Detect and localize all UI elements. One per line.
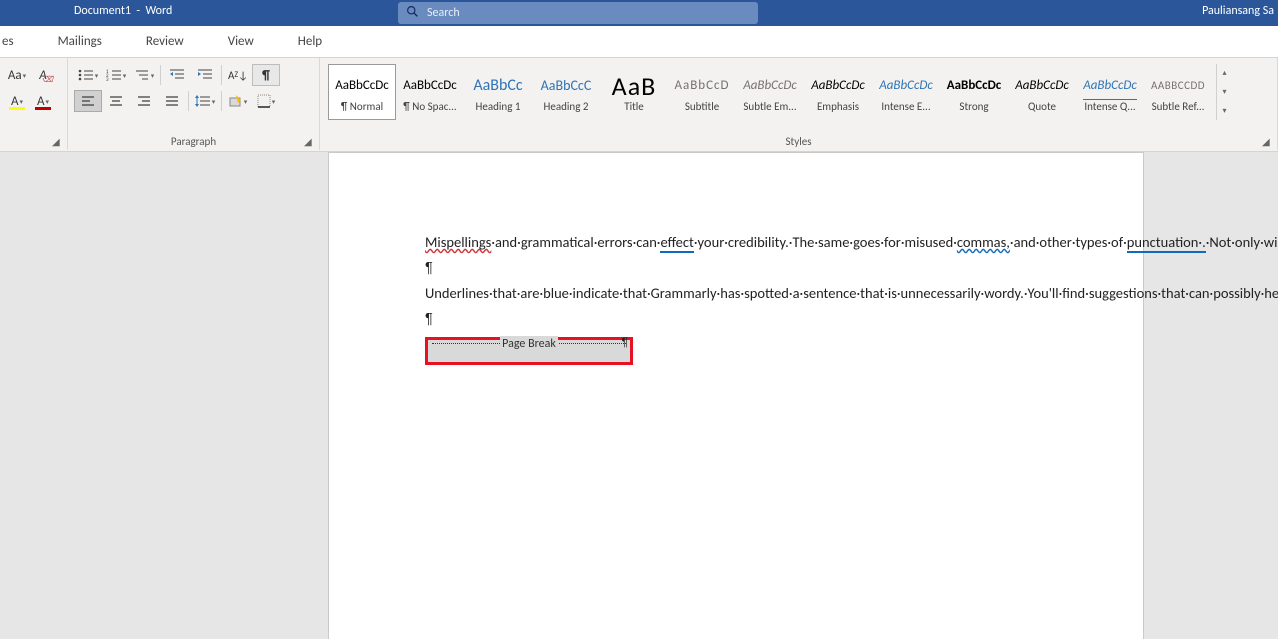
user-name[interactable]: Pauliansang Sa bbox=[1202, 4, 1274, 18]
paragraph-group: ▾ 123▾ ▾ AZ↓ ¶ ▾ ▾ ▾ Paragraph ◢ bbox=[68, 58, 320, 150]
sort-button[interactable]: AZ↓ bbox=[224, 64, 252, 86]
bullets-button[interactable]: ▾ bbox=[74, 64, 102, 86]
title-bar: Document1 - Word Search Pauliansang Sa bbox=[0, 0, 1278, 26]
search-box[interactable]: Search bbox=[398, 2, 758, 24]
paragraph-2-empty[interactable]: ¶ bbox=[425, 259, 1047, 279]
font-color-button[interactable]: A▾ bbox=[32, 90, 54, 112]
style-swatch-quote[interactable]: AaBbCcDcQuote bbox=[1008, 64, 1076, 120]
borders-button[interactable]: ▾ bbox=[252, 90, 280, 112]
font-dialog-launcher[interactable]: ◢ bbox=[52, 135, 64, 147]
style-swatch-title[interactable]: AaBTitle bbox=[600, 64, 668, 120]
justify-button[interactable] bbox=[158, 90, 186, 112]
align-center-button[interactable] bbox=[102, 90, 130, 112]
tab-references-tail[interactable]: es bbox=[0, 28, 22, 55]
style-swatch-intense-q-[interactable]: AaBbCcDcIntense Q... bbox=[1076, 64, 1144, 120]
multilevel-list-button[interactable]: ▾ bbox=[130, 64, 158, 86]
page[interactable]: Mispellings·and·grammatical·errors·can·e… bbox=[328, 152, 1144, 639]
numbering-button[interactable]: 123▾ bbox=[102, 64, 130, 86]
tab-view[interactable]: View bbox=[220, 28, 262, 55]
shading-button[interactable]: ▾ bbox=[224, 90, 252, 112]
style-swatch-subtle-ref-[interactable]: AABBCCDDSubtle Ref... bbox=[1144, 64, 1212, 120]
ribbon: Aa▾ A⌫ A▾ A▾ ◢ ▾ 123▾ ▾ AZ↓ ¶ ▾ bbox=[0, 58, 1278, 152]
styles-group-label: Styles bbox=[320, 135, 1277, 148]
tab-review[interactable]: Review bbox=[138, 28, 192, 55]
style-swatch--no-spac-[interactable]: AaBbCcDc¶ No Spac... bbox=[396, 64, 464, 120]
paragraph-group-label: Paragraph bbox=[68, 135, 319, 148]
tab-mailings[interactable]: Mailings bbox=[50, 28, 110, 55]
styles-group: AaBbCcDc¶ NormalAaBbCcDc¶ No Spac...AaBb… bbox=[320, 58, 1278, 150]
ribbon-tabs: es Mailings Review View Help bbox=[0, 26, 1278, 58]
align-right-button[interactable] bbox=[130, 90, 158, 112]
search-icon bbox=[406, 5, 419, 22]
tab-help[interactable]: Help bbox=[290, 28, 330, 55]
doc-name: Document1 bbox=[74, 4, 131, 18]
style-swatch-strong[interactable]: AaBbCcDcStrong bbox=[940, 64, 1008, 120]
change-case-button[interactable]: Aa▾ bbox=[6, 64, 28, 86]
decrease-indent-button[interactable] bbox=[163, 64, 191, 86]
show-hide-marks-button[interactable]: ¶ bbox=[252, 64, 280, 86]
align-left-button[interactable] bbox=[74, 90, 102, 112]
window-title: Document1 - Word bbox=[74, 4, 172, 18]
increase-indent-button[interactable] bbox=[191, 64, 219, 86]
styles-gallery-more[interactable]: ▴▾▾ bbox=[1216, 64, 1232, 120]
styles-gallery: AaBbCcDc¶ NormalAaBbCcDc¶ No Spac...AaBb… bbox=[328, 64, 1271, 122]
paragraph-4-empty[interactable]: ¶ bbox=[425, 310, 1047, 330]
page-break-pilcrow: ¶ bbox=[622, 334, 628, 350]
line-spacing-button[interactable]: ▾ bbox=[191, 90, 219, 112]
style-swatch-subtle-em-[interactable]: AaBbCcDcSubtle Em... bbox=[736, 64, 804, 120]
paragraph-1[interactable]: Mispellings·and·grammatical·errors·can·e… bbox=[425, 233, 1047, 253]
svg-text:3: 3 bbox=[106, 77, 109, 82]
highlight-color-button[interactable]: A▾ bbox=[6, 90, 28, 112]
document-area[interactable]: Mispellings·and·grammatical·errors·can·e… bbox=[0, 152, 1278, 639]
styles-dialog-launcher[interactable]: ◢ bbox=[1262, 135, 1274, 147]
style-swatch-subtitle[interactable]: AaBbCcDSubtitle bbox=[668, 64, 736, 120]
font-group-partial: Aa▾ A⌫ A▾ A▾ ◢ bbox=[0, 58, 68, 150]
app-name: Word bbox=[146, 4, 173, 18]
paragraph-3[interactable]: Underlines·that·are·blue·indicate·that·G… bbox=[425, 284, 1047, 304]
style-swatch--normal[interactable]: AaBbCcDc¶ Normal bbox=[328, 64, 396, 120]
style-swatch-heading-1[interactable]: AaBbCcHeading 1 bbox=[464, 64, 532, 120]
search-placeholder: Search bbox=[427, 6, 460, 20]
style-swatch-emphasis[interactable]: AaBbCcDcEmphasis bbox=[804, 64, 872, 120]
page-break-indicator[interactable]: Page Break ¶ bbox=[425, 337, 633, 365]
style-swatch-intense-e-[interactable]: AaBbCcDcIntense E... bbox=[872, 64, 940, 120]
clear-formatting-button[interactable]: A⌫ bbox=[32, 64, 54, 86]
page-break-label: Page Break bbox=[500, 336, 558, 352]
paragraph-dialog-launcher[interactable]: ◢ bbox=[304, 135, 316, 147]
style-swatch-heading-2[interactable]: AaBbCcCHeading 2 bbox=[532, 64, 600, 120]
